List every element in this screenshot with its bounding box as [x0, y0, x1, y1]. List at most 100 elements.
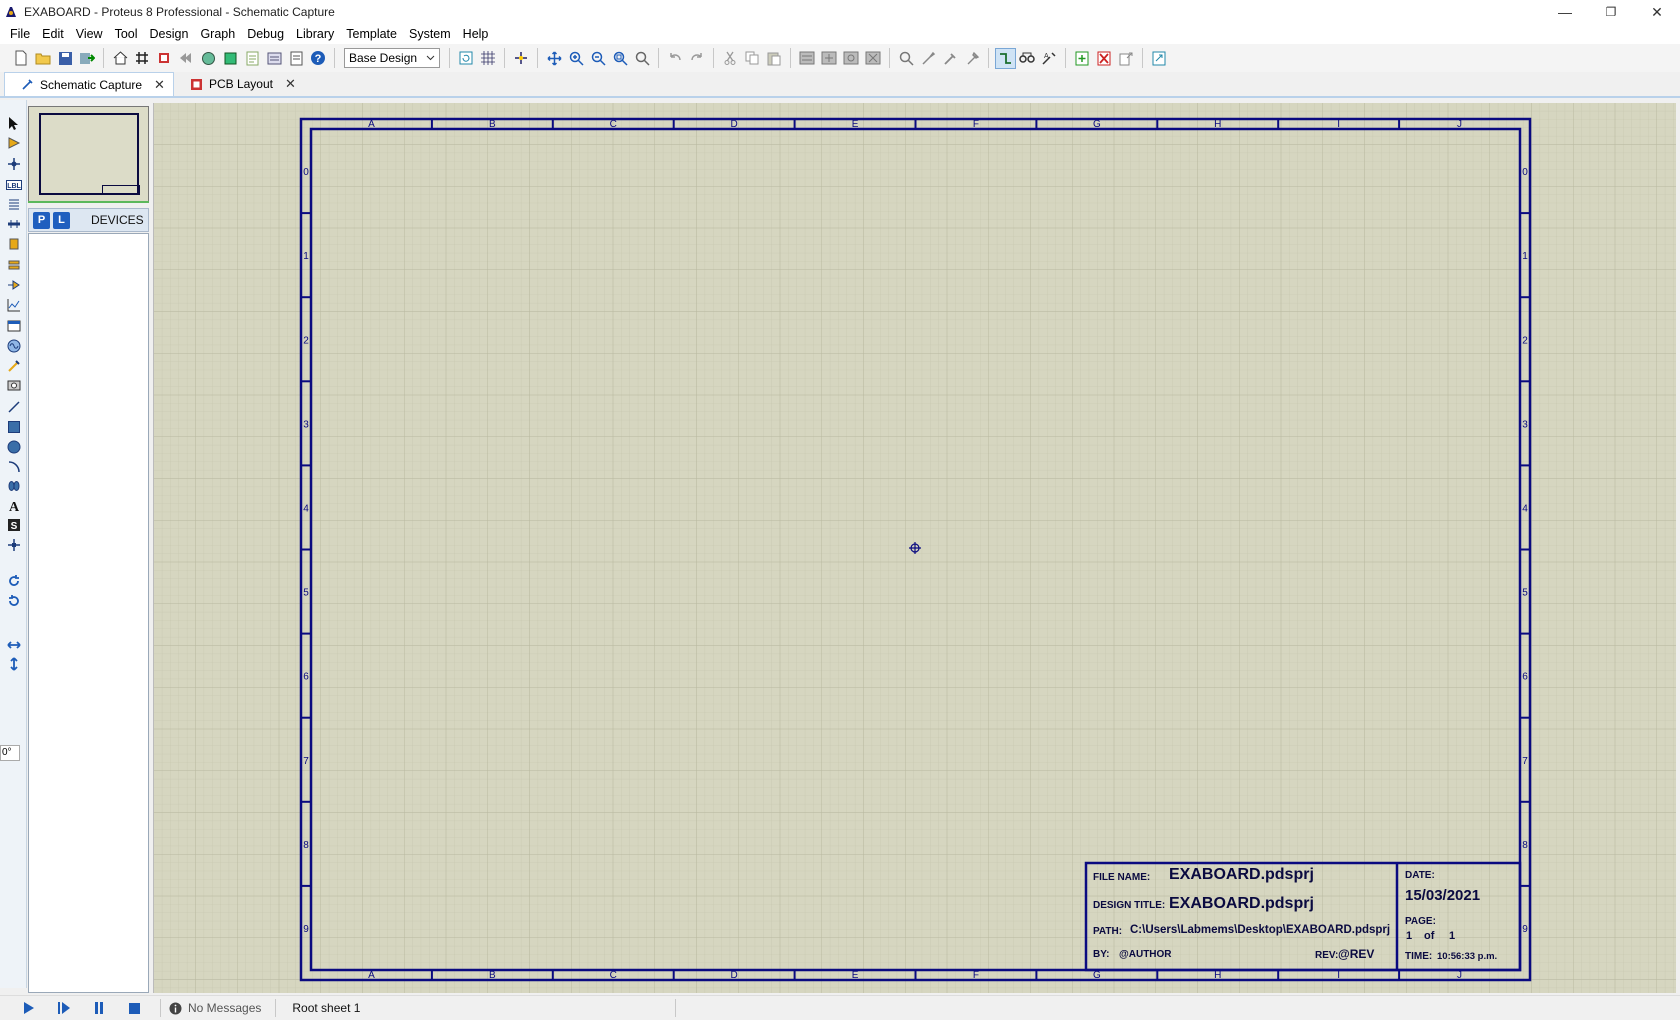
menu-template[interactable]: Template: [340, 24, 403, 44]
text-tool-icon[interactable]: A: [4, 497, 23, 515]
step-icon[interactable]: [55, 999, 73, 1017]
rotation-angle-field[interactable]: 0°: [0, 745, 20, 761]
wire-autorouter-icon[interactable]: [994, 47, 1016, 69]
rotate-anticlockwise-icon[interactable]: [4, 592, 23, 610]
rotate-clockwise-icon[interactable]: [4, 572, 23, 590]
menu-view[interactable]: View: [70, 24, 109, 44]
close-tab-icon[interactable]: ✕: [154, 77, 165, 93]
gerber-icon[interactable]: [198, 48, 219, 69]
import-icon[interactable]: [77, 48, 98, 69]
menu-library[interactable]: Library: [290, 24, 340, 44]
chevron-down-icon: [426, 55, 435, 61]
pick-device-icon[interactable]: [896, 48, 917, 69]
tab-schematic-capture[interactable]: Schematic Capture ✕: [4, 72, 174, 96]
goto-sheet-icon[interactable]: [1116, 48, 1137, 69]
search-tag-icon[interactable]: [1017, 48, 1038, 69]
new-file-icon[interactable]: [11, 48, 32, 69]
pick-from-library-button[interactable]: P: [33, 211, 50, 229]
netlist-to-ares-icon[interactable]: [1149, 48, 1170, 69]
overview-window[interactable]: [28, 106, 149, 202]
menu-file[interactable]: File: [4, 24, 36, 44]
save-icon[interactable]: [55, 48, 76, 69]
close-tab-icon[interactable]: ✕: [285, 76, 296, 92]
delete-sheet-icon[interactable]: [1094, 48, 1115, 69]
cut-icon[interactable]: [720, 48, 741, 69]
stop-icon[interactable]: [125, 999, 143, 1017]
arc-tool-icon[interactable]: [4, 458, 23, 476]
help-icon[interactable]: ?: [308, 48, 329, 69]
device-list[interactable]: [28, 233, 149, 993]
paste-icon[interactable]: [764, 48, 785, 69]
library-manager-button[interactable]: L: [53, 211, 70, 229]
marker-tool-icon[interactable]: [4, 536, 23, 554]
line-tool-icon[interactable]: [4, 398, 23, 416]
graph-mode-icon[interactable]: [4, 296, 23, 314]
block-rotate-icon[interactable]: [841, 48, 862, 69]
play-icon[interactable]: [20, 999, 38, 1017]
3d-view-icon[interactable]: [220, 48, 241, 69]
pcb-icon[interactable]: [154, 48, 175, 69]
redo-icon[interactable]: [687, 48, 708, 69]
messages-indicator[interactable]: No Messages: [169, 1001, 261, 1015]
tab-pcb-layout[interactable]: PCB Layout ✕: [174, 72, 304, 96]
menu-design[interactable]: Design: [144, 24, 195, 44]
voltage-probe-icon[interactable]: [4, 357, 23, 375]
component-mode-icon[interactable]: [4, 134, 23, 152]
generator-mode-icon[interactable]: [4, 337, 23, 355]
design-explorer-icon[interactable]: [264, 48, 285, 69]
decompose-icon[interactable]: [962, 48, 983, 69]
selection-mode-icon[interactable]: [4, 114, 23, 132]
zoom-out-icon[interactable]: [588, 48, 609, 69]
zoom-all-icon[interactable]: [610, 48, 631, 69]
design-variant-select[interactable]: Base Design: [344, 48, 440, 68]
rev-value: @REV: [1338, 947, 1374, 961]
restore-button[interactable]: ❐: [1588, 0, 1634, 24]
refresh-icon[interactable]: [456, 48, 477, 69]
subcircuit-icon[interactable]: [4, 235, 23, 253]
undo-icon[interactable]: [665, 48, 686, 69]
symbol-tool-icon[interactable]: S: [4, 516, 23, 534]
packaging-tool-icon[interactable]: [940, 48, 961, 69]
tape-recorder-icon[interactable]: [4, 317, 23, 335]
origin-icon[interactable]: [511, 48, 532, 69]
zoom-in-icon[interactable]: [566, 48, 587, 69]
menu-edit[interactable]: Edit: [36, 24, 70, 44]
virtual-instruments-icon[interactable]: [4, 376, 23, 394]
close-window-button[interactable]: ✕: [1634, 0, 1680, 24]
terminals-mode-icon[interactable]: [4, 256, 23, 274]
junction-dot-icon[interactable]: [4, 155, 23, 173]
menu-graph[interactable]: Graph: [194, 24, 241, 44]
schematic-canvas[interactable]: A B C D E F G H I J A B C D E F G H I J 0 1 2 3 4 5 6 7 8 9 0 1 2 3 4 5 6…: [153, 103, 1676, 993]
box-tool-icon[interactable]: [4, 418, 23, 436]
circle-tool-icon[interactable]: [4, 438, 23, 456]
bus-icon[interactable]: [4, 215, 23, 233]
back-icon[interactable]: [176, 48, 197, 69]
new-sheet-icon[interactable]: [1072, 48, 1093, 69]
zoom-area-icon[interactable]: [632, 48, 653, 69]
pan-icon[interactable]: [544, 48, 565, 69]
block-delete-icon[interactable]: [863, 48, 884, 69]
menu-help[interactable]: Help: [457, 24, 495, 44]
text-script-icon[interactable]: [4, 195, 23, 213]
home-icon[interactable]: [110, 48, 131, 69]
copy-icon[interactable]: [742, 48, 763, 69]
schematic-icon[interactable]: [132, 48, 153, 69]
make-device-icon[interactable]: [918, 48, 939, 69]
property-assignment-icon[interactable]: A: [1039, 48, 1060, 69]
notes-icon[interactable]: [286, 48, 307, 69]
block-copy-icon[interactable]: [797, 48, 818, 69]
menu-tool[interactable]: Tool: [109, 24, 144, 44]
menu-system[interactable]: System: [403, 24, 457, 44]
mirror-horizontal-icon[interactable]: [4, 636, 23, 654]
wire-label-icon[interactable]: LBL: [4, 176, 23, 194]
open-folder-icon[interactable]: [33, 48, 54, 69]
path-tool-icon[interactable]: [4, 477, 23, 495]
grid-toggle-icon[interactable]: [478, 48, 499, 69]
menu-debug[interactable]: Debug: [241, 24, 290, 44]
minimize-button[interactable]: —: [1542, 0, 1588, 24]
bom-icon[interactable]: [242, 48, 263, 69]
pause-icon[interactable]: [90, 999, 108, 1017]
block-move-icon[interactable]: [819, 48, 840, 69]
mirror-vertical-icon[interactable]: [4, 655, 23, 673]
device-pins-icon[interactable]: [4, 276, 23, 294]
